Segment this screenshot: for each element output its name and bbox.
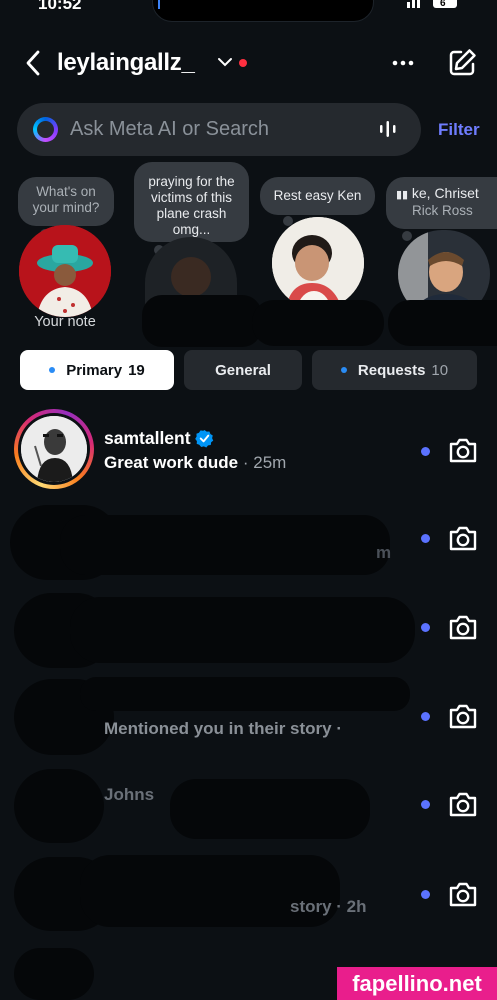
tab-requests[interactable]: Requests 10 — [312, 350, 477, 390]
unread-indicator — [340, 367, 347, 373]
note-bubble[interactable]: praying for the victims of this plane cr… — [134, 162, 249, 255]
unread-dot — [421, 800, 430, 809]
thread-row[interactable]: samtallent Great work dude · 25m — [0, 402, 497, 490]
thread-row-redacted[interactable]: Mentioned you in their story · — [0, 671, 420, 759]
dynamic-island — [152, 0, 374, 22]
meta-ai-icon — [33, 117, 58, 142]
status-bar: 10:52 6 — [0, 0, 497, 22]
note-label: Your note — [34, 314, 96, 330]
camera-icon[interactable] — [448, 703, 478, 729]
status-time: 10:52 — [38, 0, 82, 13]
note-text: What's on your mind? — [32, 184, 100, 215]
verified-badge-icon — [195, 429, 214, 448]
camera-icon[interactable] — [448, 791, 478, 817]
account-username[interactable]: leylaingallz_ — [57, 49, 195, 77]
thread-row-redacted[interactable]: Johns — [0, 759, 420, 847]
note-text: Rest easy Ken — [273, 188, 362, 203]
thread-username: samtallent — [104, 428, 191, 448]
tab-count: 10 — [431, 361, 449, 379]
compose-message-icon[interactable] — [446, 47, 478, 79]
avatar[interactable] — [19, 225, 111, 317]
tab-primary[interactable]: Primary 19 — [20, 350, 174, 390]
battery-icon: 6 — [407, 0, 457, 9]
unread-dot — [421, 890, 430, 899]
avatar — [21, 416, 87, 482]
unread-dot — [421, 447, 430, 456]
redacted-text: Mentioned you in their story · — [104, 719, 343, 738]
back-arrow-icon[interactable] — [22, 48, 46, 78]
tab-label: Primary — [66, 361, 123, 379]
tab-label: General — [215, 361, 271, 379]
story-ring[interactable] — [14, 409, 94, 489]
filter-button[interactable]: Filter — [438, 120, 480, 140]
redaction-mark — [142, 295, 262, 347]
inbox-header: leylaingallz_ — [0, 40, 497, 86]
avatar-image — [19, 225, 111, 317]
camera-icon[interactable] — [448, 881, 478, 907]
avatar-image — [272, 217, 364, 309]
redaction-mark — [388, 300, 497, 346]
note-subtext: Rick Ross — [412, 203, 473, 218]
note-text: praying for the victims of this plane cr… — [148, 174, 235, 237]
unread-dot — [421, 712, 430, 721]
svg-text:6: 6 — [440, 0, 446, 9]
note-text: ke, Chriset — [411, 185, 479, 201]
audio-note-icon: ▮▮ — [396, 189, 409, 201]
thread-preview: Great work dude · 25m — [104, 453, 286, 473]
thread-row-redacted[interactable]: story · 2h — [0, 847, 420, 935]
redacted-text: Johns — [104, 785, 155, 804]
note-bubble[interactable]: Rest easy Ken — [260, 177, 375, 226]
island-indicator — [158, 0, 160, 9]
avatar[interactable] — [272, 217, 364, 309]
tab-general[interactable]: General — [184, 350, 302, 390]
unread-dot — [421, 623, 430, 632]
avatar-image — [21, 416, 87, 482]
thread-timestamp: · 25m — [242, 453, 287, 472]
redacted-text: story · 2h — [290, 897, 367, 916]
preview-text: Great work dude — [104, 453, 239, 472]
account-notification-dot — [239, 59, 247, 67]
search-bar[interactable]: Ask Meta AI or Search — [17, 103, 421, 156]
more-options-icon[interactable] — [390, 50, 416, 76]
thread-row-redacted[interactable]: m — [0, 495, 420, 583]
unread-indicator — [49, 367, 56, 373]
voice-wave-icon[interactable] — [379, 120, 397, 138]
redacted-text: m — [376, 543, 392, 562]
search-input[interactable]: Ask Meta AI or Search — [70, 118, 269, 141]
note-bubble[interactable]: What's on your mind? — [18, 177, 114, 244]
inbox-tabs: Primary 19 General Requests 10 — [0, 350, 497, 390]
camera-icon[interactable] — [448, 614, 478, 640]
camera-icon[interactable] — [448, 525, 478, 551]
tab-count: 19 — [128, 361, 145, 379]
chevron-down-icon[interactable] — [217, 56, 233, 68]
watermark: fapellino.net — [337, 967, 497, 1000]
notes-tray: What's on your mind? Your note praying f… — [0, 160, 497, 347]
note-bubble[interactable]: ▮▮ ke, Chriset Rick Ross — [386, 177, 497, 241]
signal-battery-indicator: 6 — [407, 0, 463, 13]
unread-dot — [421, 534, 430, 543]
thread-row-redacted[interactable] — [0, 583, 420, 671]
tab-label: Requests — [357, 361, 426, 379]
camera-icon[interactable] — [448, 437, 478, 463]
redaction-mark — [252, 300, 384, 346]
